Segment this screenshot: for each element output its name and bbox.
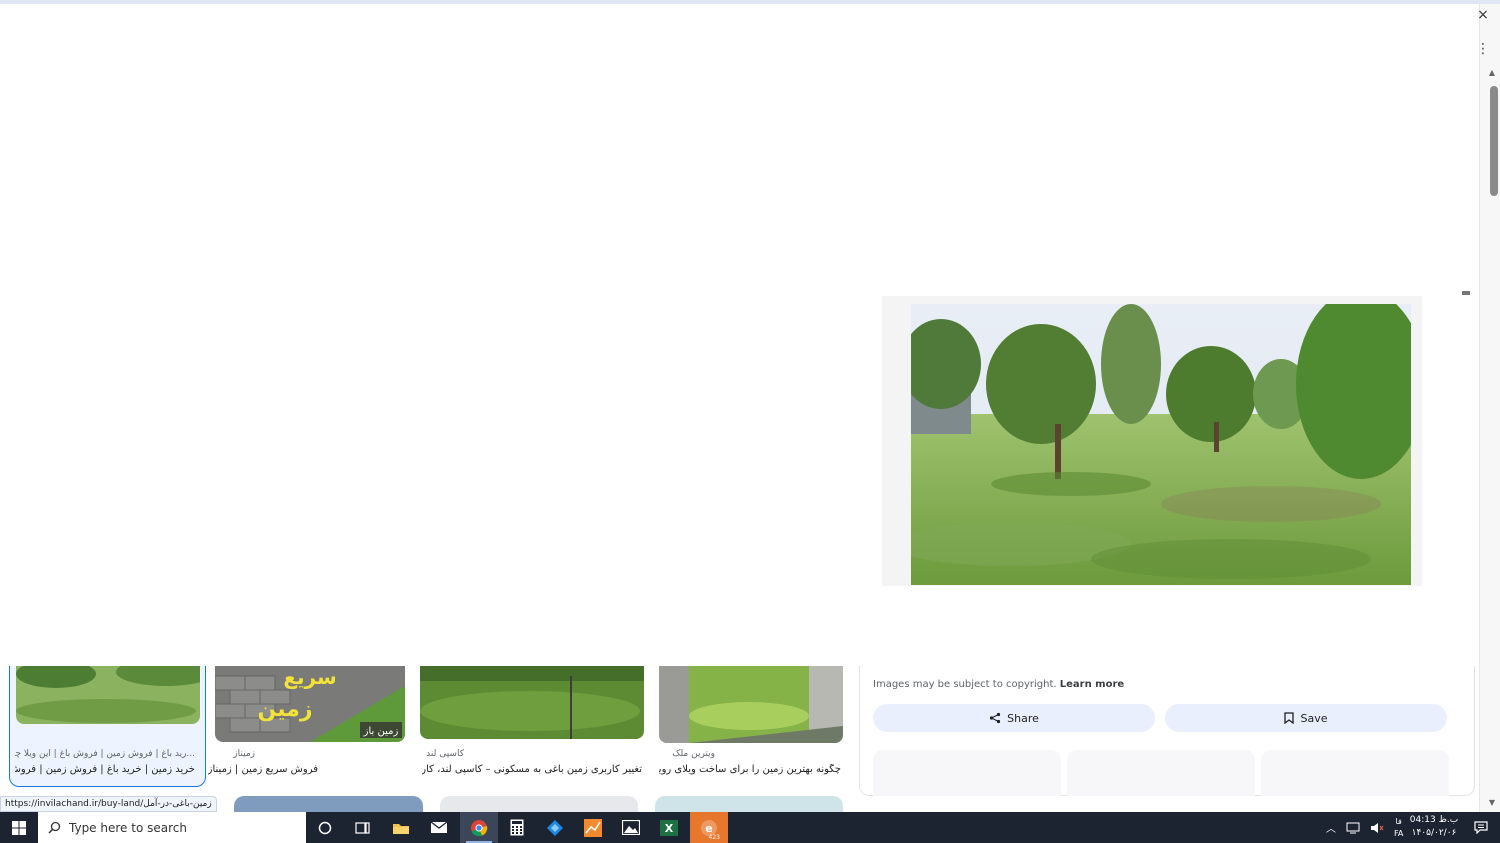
- windows-taskbar: Type here to search X e 423 ︿ فا FA 04:1…: [0, 812, 1500, 843]
- cortana-circle-icon: [318, 821, 332, 834]
- notification-icon: [1474, 821, 1488, 834]
- cortana-button[interactable]: [306, 812, 344, 843]
- task-view-icon: [355, 821, 370, 834]
- result-source: ...رید باغ | فروش زمین | فروش باغ | این …: [15, 749, 195, 759]
- clock-date: ۱۴۰۵/۰۲/۰۶: [1411, 828, 1457, 838]
- link-status-bar: https://invilachand.ir/buy-land/زمین-باغ…: [0, 796, 217, 812]
- result-title[interactable]: چگونه بهترین زمین را برای ساخت ویلای روی…: [659, 764, 841, 775]
- result-title[interactable]: فروش سریع زمین | زمیناز: [208, 764, 318, 775]
- language-indicator[interactable]: فا FA: [1394, 816, 1403, 840]
- save-label: Save: [1300, 711, 1328, 725]
- calculator-icon: [510, 819, 524, 836]
- thumbnail-overlay-top: سریع: [283, 666, 336, 689]
- scrollbar-thumb[interactable]: [1490, 86, 1498, 196]
- photos-icon: [622, 820, 640, 835]
- windows-logo-icon: [12, 820, 26, 835]
- results-grid: ...رید باغ | فروش زمین | فروش باغ | این …: [0, 666, 860, 812]
- chevron-up-icon[interactable]: ︿: [1326, 820, 1336, 835]
- mail-button[interactable]: [420, 812, 458, 843]
- taskbar-search-box[interactable]: Type here to search: [38, 812, 306, 843]
- result-thumbnail[interactable]: سریع زمین زمین باز: [215, 666, 405, 742]
- taskbar-clock[interactable]: 04:13 ب.ظ ۱۴۰۵/۰۲/۰۶: [1408, 814, 1460, 840]
- result-source: ویترین ملک: [672, 749, 715, 759]
- chrome-button[interactable]: [460, 812, 498, 843]
- excel-icon: X: [660, 819, 678, 836]
- app-badge: 423: [708, 834, 720, 841]
- network-icon[interactable]: [1346, 822, 1360, 834]
- mail-icon: [430, 821, 448, 833]
- system-tray: ︿ فا FA: [1326, 812, 1403, 843]
- result-card-7-peek[interactable]: [655, 796, 843, 812]
- copyright-notice: Images may be subject to copyright. Lear…: [873, 679, 1124, 690]
- folder-icon: [393, 823, 409, 834]
- copyright-text: Images may be subject to copyright.: [873, 679, 1057, 690]
- action-center-button[interactable]: [1462, 812, 1500, 843]
- result-thumbnail[interactable]: [420, 666, 644, 739]
- orchard-image: [911, 304, 1411, 585]
- more-options-icon[interactable]: ⋮: [1474, 40, 1492, 58]
- svg-text:e: e: [705, 822, 712, 835]
- notification-app-button[interactable]: e 423: [690, 812, 728, 843]
- result-thumbnail-image: [659, 666, 843, 743]
- chrome-icon: [471, 819, 488, 836]
- related-placeholder-2[interactable]: [1067, 750, 1255, 796]
- related-placeholder-1[interactable]: [873, 750, 1061, 796]
- share-icon: [990, 712, 1001, 724]
- thumbnail-overlay-bottom: زمین: [257, 697, 312, 722]
- result-thumbnail-image: [16, 666, 200, 724]
- file-explorer-button[interactable]: [382, 812, 420, 843]
- result-thumbnail[interactable]: [659, 666, 843, 743]
- result-card-6-peek[interactable]: [440, 796, 638, 812]
- calculator-button[interactable]: [498, 812, 536, 843]
- result-title[interactable]: خرید زمین | خرید باغ | فروش زمین | فروش …: [15, 764, 195, 775]
- app-chart-button[interactable]: [574, 812, 612, 843]
- result-title[interactable]: تغییر کاربری زمین باغی به مسکونی – کاسپی…: [422, 764, 642, 775]
- svg-text:X: X: [665, 822, 674, 835]
- start-button[interactable]: [0, 812, 38, 843]
- scroll-down-arrow-icon[interactable]: ▼: [1486, 798, 1498, 810]
- result-card-4[interactable]: ویترین ملک چگونه بهترین زمین را برای ساخ…: [659, 666, 843, 787]
- thumbnail-watermark: زمین باز: [363, 726, 399, 737]
- close-icon[interactable]: ×: [1474, 6, 1492, 24]
- result-card-3[interactable]: کاسپی لند تغییر کاربری زمین باغی به مسکو…: [420, 666, 644, 787]
- result-source: زمیناز: [233, 749, 255, 759]
- bookmark-icon: [1284, 712, 1295, 724]
- result-thumbnail[interactable]: [16, 666, 200, 724]
- share-button[interactable]: Share: [873, 704, 1155, 732]
- clock-time: 04:13 ب.ظ: [1409, 815, 1459, 825]
- app-diamond-button[interactable]: [536, 812, 574, 843]
- preview-image[interactable]: [911, 304, 1411, 585]
- related-placeholder-3[interactable]: [1261, 750, 1449, 796]
- language-fa-script: فا: [1395, 816, 1402, 826]
- result-card-5-peek[interactable]: [234, 796, 423, 812]
- save-button[interactable]: Save: [1165, 704, 1447, 732]
- photos-button[interactable]: [612, 812, 650, 843]
- scroll-up-arrow-icon[interactable]: ▲: [1486, 68, 1498, 80]
- task-view-button[interactable]: [344, 812, 382, 843]
- preview-indicator: [1462, 291, 1470, 295]
- search-placeholder: Type here to search: [69, 820, 187, 835]
- result-thumbnail-image: سریع زمین زمین باز: [215, 666, 405, 742]
- result-thumbnail-image: [420, 666, 644, 739]
- image-details-panel: Images may be subject to copyright. Lear…: [859, 666, 1475, 796]
- search-icon: [48, 821, 61, 834]
- result-card-1[interactable]: ...رید باغ | فروش زمین | فروش باغ | این …: [9, 666, 206, 787]
- blue-diamond-app-icon: [547, 819, 563, 836]
- result-card-2[interactable]: سریع زمین زمین باز زمیناز فروش سریع زمین…: [208, 666, 405, 787]
- share-label: Share: [1007, 711, 1039, 725]
- language-fa-code: FA: [1394, 828, 1404, 838]
- chart-app-icon: [584, 818, 602, 837]
- excel-button[interactable]: X: [650, 812, 688, 843]
- volume-muted-icon[interactable]: [1370, 822, 1384, 834]
- result-source: کاسپی لند: [426, 749, 464, 759]
- learn-more-link[interactable]: Learn more: [1060, 679, 1124, 690]
